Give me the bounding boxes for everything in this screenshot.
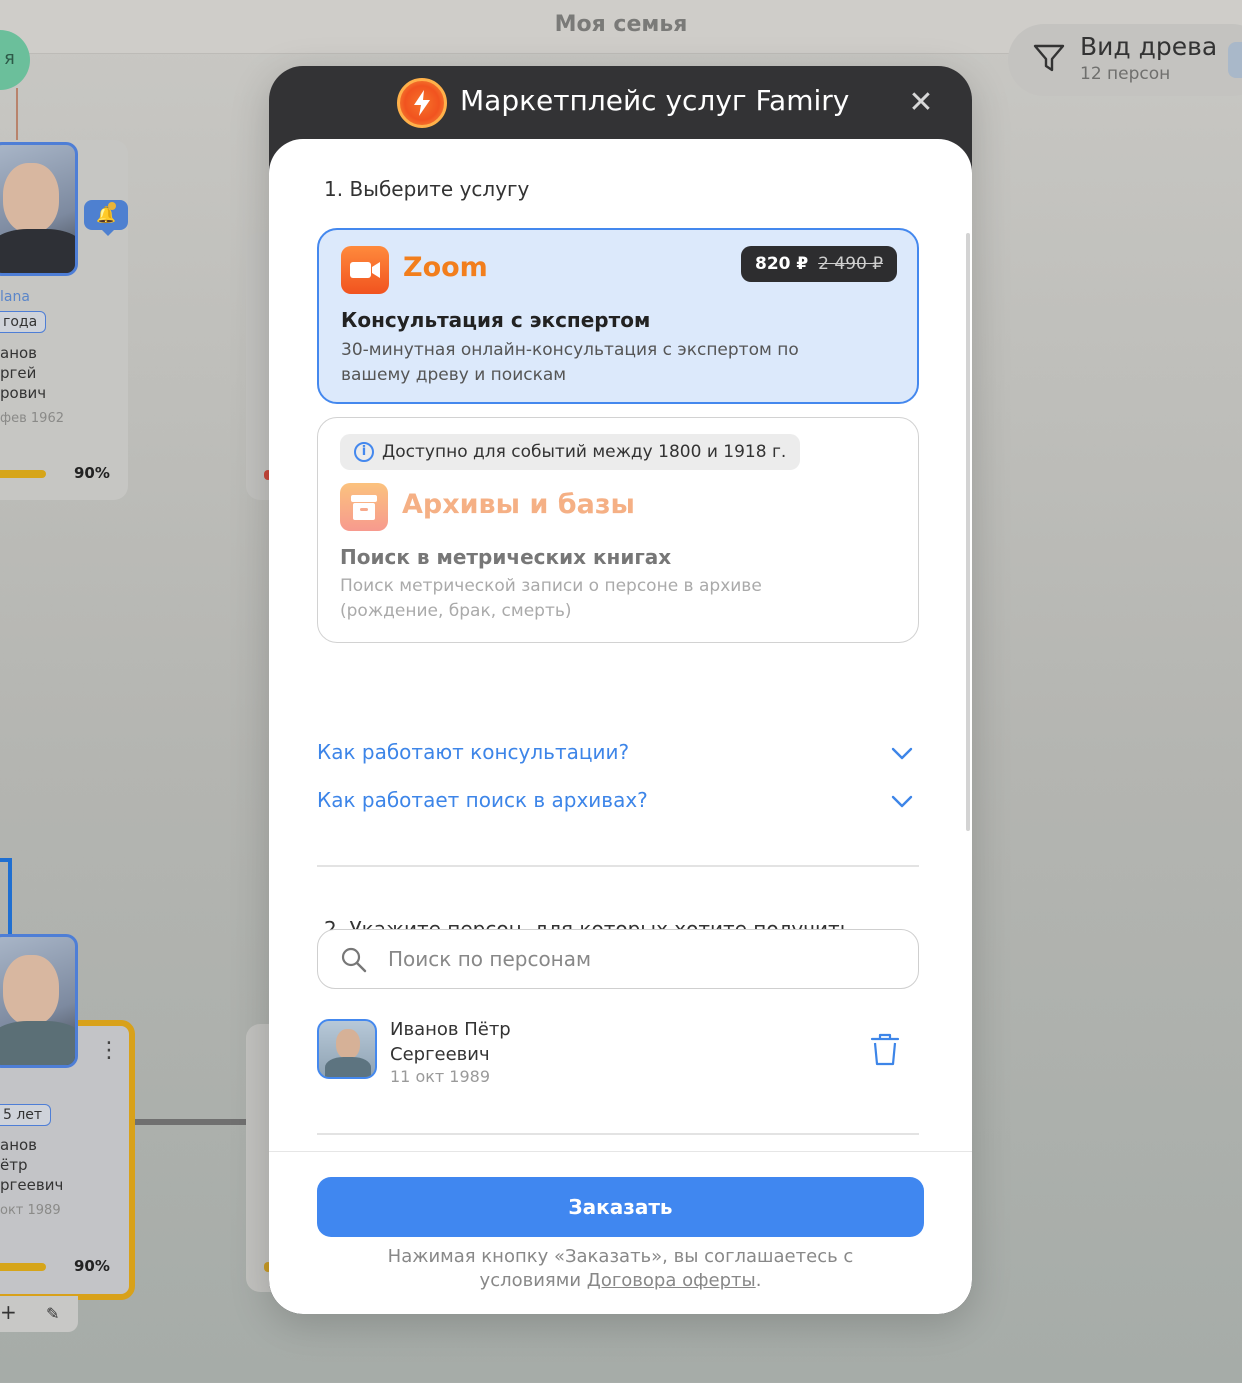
service-name: Архивы и базы — [402, 489, 635, 520]
person-photo[interactable] — [0, 142, 78, 276]
avatar — [317, 1019, 377, 1079]
tree-view-filter[interactable]: Вид древа 12 персон — [1008, 24, 1242, 96]
person-name-line: ётр — [0, 1156, 28, 1174]
search-input[interactable] — [388, 940, 898, 978]
pencil-icon[interactable]: ✎ — [46, 1304, 59, 1323]
person-name-line: ргей — [0, 364, 37, 382]
completeness-percent: 90% — [74, 464, 110, 482]
person-date: фев 1962 — [0, 411, 64, 426]
person-photo[interactable] — [0, 934, 78, 1068]
marketplace-modal: Маркетплейс услуг Famiry ✕ 1. Выберите у… — [269, 66, 972, 1314]
completeness-percent: 90% — [74, 1257, 110, 1275]
faq-label: Как работают консультации? — [317, 740, 630, 764]
person-name-line: рович — [0, 384, 47, 402]
trash-icon[interactable] — [869, 1031, 901, 1067]
completeness-bar — [0, 470, 46, 478]
tree-connector — [16, 88, 18, 148]
availability-badge: i Доступно для событий между 1800 и 1918… — [340, 434, 801, 470]
completeness-bar — [0, 1263, 46, 1271]
tree-view-title: Вид древа — [1080, 32, 1218, 61]
service-heading: Поиск в метрических книгах — [340, 545, 672, 569]
terms-text: Нажимая кнопку «Заказать», вы соглашаете… — [349, 1245, 892, 1293]
order-button[interactable]: Заказать — [317, 1177, 924, 1237]
service-option-archives[interactable]: i Доступно для событий между 1800 и 1918… — [317, 417, 919, 643]
service-description: 30-минутная онлайн-консультация с экспер… — [341, 340, 799, 385]
service-option-zoom[interactable]: Zoom 820 ₽ 2 490 ₽ Консультация с экспер… — [317, 228, 919, 404]
lightning-icon — [397, 78, 447, 128]
notification-dot — [108, 202, 116, 210]
faq-archives[interactable]: Как работает поиск в архивах? — [317, 784, 919, 820]
close-icon[interactable]: ✕ — [907, 88, 935, 118]
person-name-line: анов — [0, 344, 38, 362]
archive-box-icon — [340, 483, 388, 531]
service-name: Zoom — [403, 252, 488, 283]
search-icon — [341, 947, 367, 973]
footer-separator — [269, 1151, 972, 1152]
person-card-link[interactable]: lana — [0, 287, 30, 307]
funnel-icon — [1033, 44, 1065, 72]
plus-icon[interactable]: + — [0, 1300, 17, 1324]
offer-agreement-link[interactable]: Договора оферты — [587, 1270, 756, 1291]
zoom-camera-icon — [341, 246, 389, 294]
step-1-title: 1. Выберите услугу — [324, 177, 530, 201]
price-current: 820 ₽ — [755, 254, 809, 274]
scrollbar[interactable] — [966, 233, 970, 831]
section-divider — [317, 1133, 919, 1135]
modal-body: 1. Выберите услугу Zoom 820 ₽ 2 490 ₽ Ко… — [269, 139, 972, 1314]
chevron-down-icon — [891, 747, 913, 760]
person-age-tag: года — [0, 311, 47, 333]
tree-view-toggle-button[interactable] — [1228, 42, 1242, 78]
card-actions: + ✎ — [0, 1296, 78, 1332]
price-old: 2 490 ₽ — [818, 254, 884, 274]
modal-title: Маркетплейс услуг Famiry — [460, 84, 850, 117]
bell-icon[interactable]: 🔔 — [84, 200, 128, 236]
selected-person-row: Иванов Пётр Сергеевич 11 окт 1989 — [317, 1017, 919, 1097]
person-birthdate: 11 окт 1989 — [390, 1067, 491, 1086]
modal-header: Маркетплейс услуг Famiry ✕ — [269, 66, 972, 142]
service-heading: Консультация с экспертом — [341, 308, 651, 332]
terms-suffix: . — [755, 1270, 762, 1291]
availability-text: Доступно для событий между 1800 и 1918 г… — [382, 442, 787, 462]
price-badge: 820 ₽ 2 490 ₽ — [741, 246, 898, 282]
person-age-tag: 5 лет — [0, 1104, 52, 1126]
person-name: Иванов Пётр Сергеевич — [390, 1019, 511, 1065]
chevron-down-icon — [891, 795, 913, 808]
person-name-line: анов — [0, 1136, 38, 1154]
person-date: окт 1989 — [0, 1203, 61, 1218]
person-name-line: ргеевич — [0, 1176, 64, 1194]
tree-view-subtitle: 12 персон — [1080, 64, 1171, 84]
faq-label: Как работает поиск в архивах? — [317, 788, 648, 812]
section-divider — [317, 865, 919, 867]
person-search[interactable] — [317, 929, 919, 989]
service-description: Поиск метрической записи о персоне в арх… — [340, 576, 762, 621]
kebab-icon[interactable]: ⋮ — [98, 1038, 120, 1063]
info-icon: i — [354, 442, 374, 462]
faq-consultations[interactable]: Как работают консультации? — [317, 736, 919, 772]
